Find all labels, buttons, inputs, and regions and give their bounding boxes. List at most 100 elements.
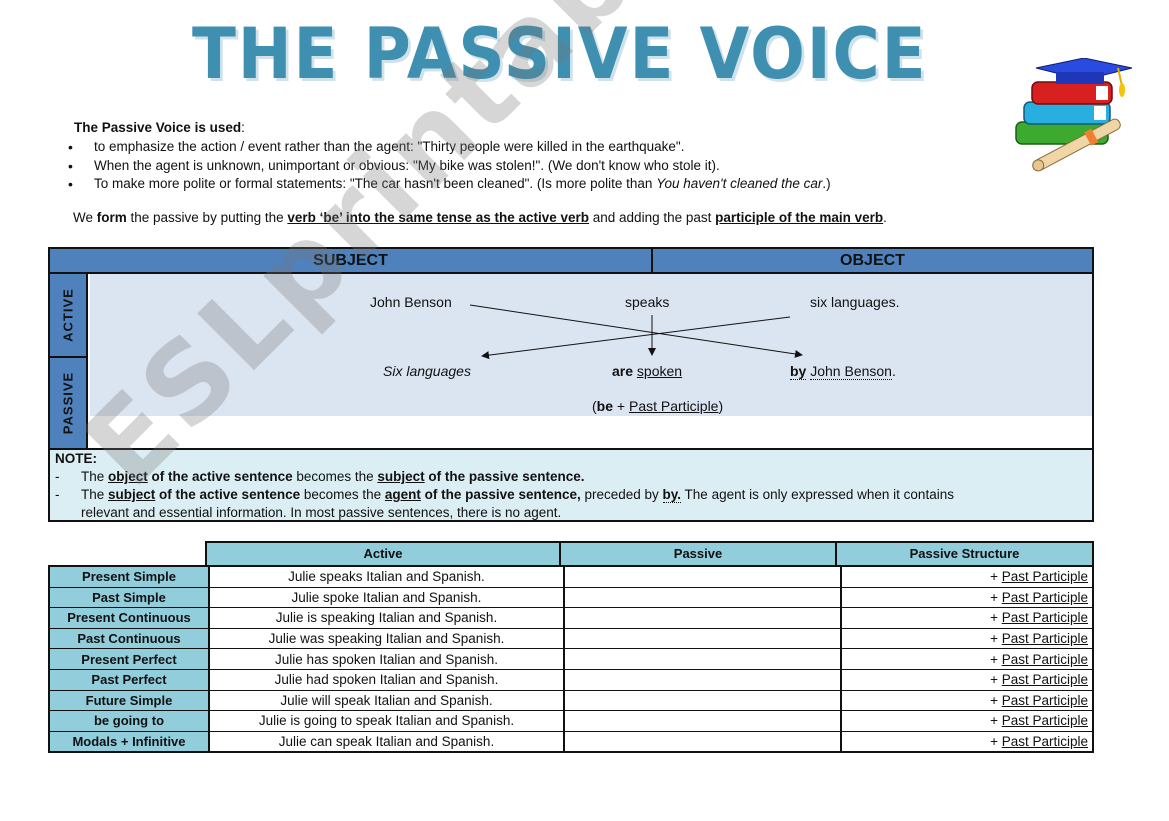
passive-formula: (be + Past Participle) <box>592 398 723 414</box>
structure-plus: + <box>990 569 1002 585</box>
passive-structure-cell[interactable]: + Past Participle <box>841 669 1093 691</box>
formula-plus: + <box>613 398 629 414</box>
table-row: Future Simple Julie will speak Italian an… <box>49 690 1093 712</box>
table-row: Present Simple Julie speaks Italian and S… <box>49 566 1093 588</box>
note-bold: of the active sentence <box>155 487 301 502</box>
table-row: Past Continuous Julie was speaking Italia… <box>49 628 1093 650</box>
passive-answer-cell[interactable] <box>564 566 842 588</box>
structure-plus: + <box>990 651 1002 667</box>
table-row: Present Perfect Julie has spoken Italian … <box>49 648 1093 670</box>
table-row: Modals + Infinitive Julie can speak Itali… <box>49 731 1093 753</box>
structure-plus: + <box>990 734 1002 750</box>
note-bold: of the passive sentence. <box>424 469 585 484</box>
tense-name: Present Perfect <box>49 648 210 670</box>
passive-structure-cell[interactable]: + Past Participle <box>841 628 1093 650</box>
tense-table-header: Active Passive Passive Structure <box>205 541 1094 567</box>
structure-past-participle: Past Participle <box>1001 713 1088 729</box>
transformation-diagram: SUBJECT OBJECT ACTIVE PASSIVE John Benso… <box>48 247 1094 522</box>
structure-plus: + <box>990 692 1002 708</box>
note-box: NOTE: - The object of the active sentence… <box>50 448 1092 520</box>
structure-past-participle: Past Participle <box>1001 631 1088 647</box>
formula-close: ) <box>718 398 724 414</box>
form-underlined-rule: verb ‘be’ into the same tense as the act… <box>287 210 590 225</box>
passive-answer-cell[interactable] <box>564 710 842 732</box>
note-dash: - <box>55 487 60 502</box>
table-row: be going to Julie is going to speak Itali… <box>49 710 1093 732</box>
tense-name: Past Simple <box>49 587 210 609</box>
active-sentence: Julie is speaking Italian and Spanish. <box>209 607 565 629</box>
books-and-graduation-cap-icon <box>1012 57 1137 173</box>
form-text: and adding the past <box>589 210 716 225</box>
passive-structure-cell[interactable]: + Past Participle <box>841 731 1093 753</box>
use-italic-example: You haven't cleaned the car <box>656 176 823 191</box>
passive-structure-cell[interactable]: + Past Participle <box>841 566 1093 588</box>
passive-structure-cell[interactable]: + Past Participle <box>841 607 1093 629</box>
passive-structure-cell[interactable]: + Past Participle <box>841 648 1093 670</box>
active-object: six languages. <box>810 294 900 310</box>
note-line-1: - The object of the active sentence becom… <box>55 469 584 484</box>
note-underlined: object <box>108 469 148 484</box>
form-rule: We form the passive by putting the verb … <box>73 210 887 225</box>
note-title: NOTE: <box>55 451 97 466</box>
structure-past-participle: Past Participle <box>1001 692 1088 708</box>
form-text: . <box>883 210 887 225</box>
table-row: Present Continuous Julie is speaking Ital… <box>49 607 1093 629</box>
structure-past-participle: Past Participle <box>1001 589 1088 605</box>
passive-answer-cell[interactable] <box>564 731 842 753</box>
passive-subject-text: Six languages <box>383 363 471 379</box>
tense-name: be going to <box>49 710 210 732</box>
passive-structure-cell[interactable]: + Past Participle <box>841 710 1093 732</box>
passive-participle: spoken <box>636 363 683 379</box>
note-bold: of the passive sentence, <box>420 487 581 502</box>
form-text: We <box>73 210 97 225</box>
list-item: When the agent is unknown, unimportant o… <box>66 157 831 176</box>
col-header-structure: Passive Structure <box>909 546 1020 561</box>
passive-verb: are spoken <box>612 363 682 379</box>
note-by: by. <box>662 487 682 503</box>
tense-name: Past Perfect <box>49 669 210 691</box>
note-text: becomes the <box>292 469 378 484</box>
agent-end: . <box>891 363 896 379</box>
note-bold: of the active sentence <box>147 469 293 484</box>
passive-answer-cell[interactable] <box>564 648 842 670</box>
passive-answer-cell[interactable] <box>564 690 842 712</box>
transformation-arrows <box>469 304 803 360</box>
structure-plus: + <box>990 713 1002 729</box>
list-item: To make more polite or formal statements… <box>66 175 831 194</box>
table-row: Past Simple Julie spoke Italian and Spani… <box>49 587 1093 609</box>
structure-past-participle: Past Participle <box>1001 610 1088 626</box>
note-text: The <box>81 469 109 484</box>
note-underlined: agent <box>384 487 421 502</box>
active-sentence: Julie had spoken Italian and Spanish. <box>209 669 565 691</box>
structure-past-participle: Past Participle <box>1001 569 1088 585</box>
passive-answer-cell[interactable] <box>564 587 842 609</box>
passive-structure-cell[interactable]: + Past Participle <box>841 587 1093 609</box>
page-title: The Passive Voice <box>192 8 926 100</box>
passive-answer-cell[interactable] <box>564 607 842 629</box>
form-bold: form <box>96 210 127 225</box>
passive-answer-cell[interactable] <box>564 628 842 650</box>
form-underlined-rule: participle of the main verb <box>715 210 884 225</box>
tense-name: Present Continuous <box>49 607 210 629</box>
passive-agent: by John Benson. <box>790 363 896 380</box>
tense-name: Past Continuous <box>49 628 210 650</box>
passive-subject: Six languages <box>383 363 471 379</box>
structure-plus: + <box>990 589 1002 605</box>
table-row: Past Perfect Julie had spoken Italian and… <box>49 669 1093 691</box>
active-sentence: Julie will speak Italian and Spanish. <box>209 690 565 712</box>
passive-aux: are <box>612 363 634 379</box>
uses-list: to emphasize the action / event rather t… <box>66 138 831 194</box>
tense-name: Modals + Infinitive <box>49 731 210 753</box>
structure-plus: + <box>990 631 1002 647</box>
formula-be: be <box>596 398 614 414</box>
structure-plus: + <box>990 672 1002 688</box>
note-dash: - <box>55 469 60 484</box>
tense-name: Present Simple <box>49 566 210 588</box>
note-text: The agent is only expressed when it cont… <box>681 487 954 502</box>
structure-past-participle: Past Participle <box>1001 734 1088 750</box>
passive-structure-cell[interactable]: + Past Participle <box>841 690 1093 712</box>
title-word-voice: Voice <box>699 13 928 95</box>
note-underlined: subject <box>377 469 425 484</box>
passive-answer-cell[interactable] <box>564 669 842 691</box>
active-sentence: Julie is going to speak Italian and Span… <box>209 710 565 732</box>
